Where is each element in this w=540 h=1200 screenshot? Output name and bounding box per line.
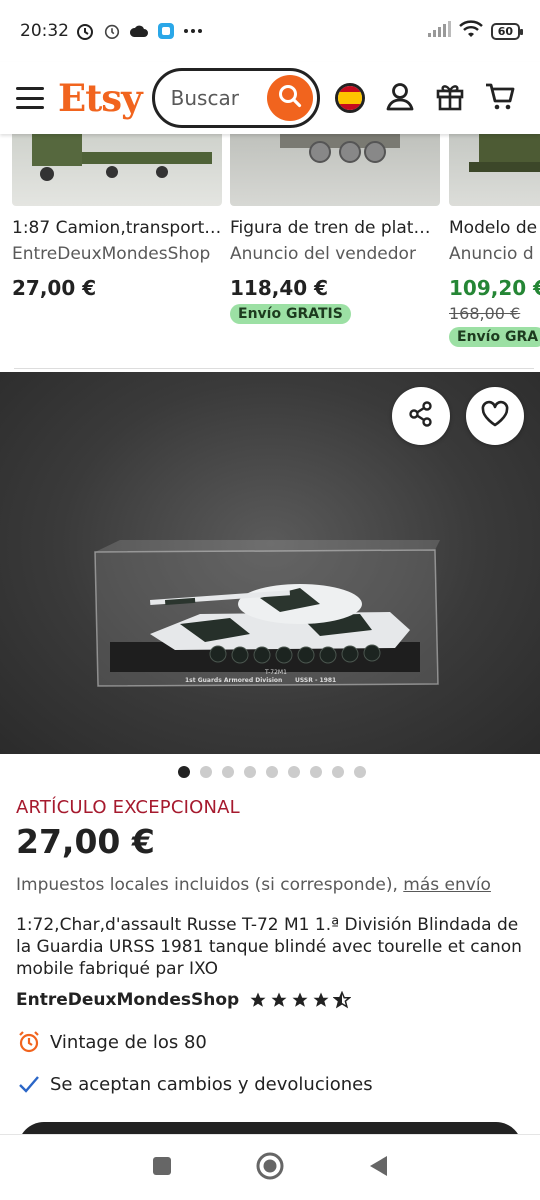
recents-button[interactable] — [151, 1155, 173, 1181]
gallery-dot[interactable] — [288, 766, 300, 778]
feature-returns: Se aceptan cambios y devoluciones — [16, 1073, 373, 1095]
heart-icon — [480, 400, 510, 432]
menu-icon[interactable] — [16, 87, 44, 109]
shop-name[interactable]: EntreDeuxMondesShop — [16, 990, 239, 1010]
similar-products-carousel[interactable]: 1:87 Camion,transport… EntreDeuxMondesSh… — [0, 134, 540, 370]
alarm-clock-status-icon — [103, 22, 121, 40]
app-header: Etsy — [0, 62, 540, 134]
battery-indicator: 60 — [490, 22, 524, 40]
similar-product-seller: Anuncio del vendedor — [230, 244, 416, 264]
taxes-note: Impuestos locales incluidos (si correspo… — [16, 875, 491, 895]
similar-product-price: 118,40 € — [230, 276, 329, 300]
gallery-dot[interactable] — [244, 766, 256, 778]
tank-model-photo: T-72M1 1st Guards Armored Division USSR … — [94, 540, 440, 687]
feature-text: Vintage de los 80 — [50, 1031, 207, 1053]
listing-title: 1:72,Char,d'assault Russe T-72 M1 1.ª Di… — [16, 915, 522, 979]
favorite-button[interactable] — [466, 387, 524, 445]
status-bar: 20:32 60 — [0, 0, 540, 62]
star-listing-label: ARTÍCULO EXCEPCIONAL — [16, 797, 240, 818]
star-icon — [313, 992, 329, 1007]
gallery-dot[interactable] — [222, 766, 234, 778]
search-button[interactable] — [266, 75, 313, 121]
alarm-clock-icon — [16, 1030, 42, 1054]
section-divider — [14, 368, 534, 369]
similar-product-sale-price: 109,20 € — [449, 276, 540, 300]
alarm-status-icon — [75, 21, 95, 41]
gallery-dot[interactable] — [200, 766, 212, 778]
gift-icon — [435, 81, 465, 115]
product-thumbnail[interactable] — [12, 134, 222, 206]
display-case-caption-division: 1st Guards Armored Division — [185, 677, 282, 684]
similar-product-title[interactable]: Modelo de — [449, 218, 540, 238]
similar-product-title[interactable]: 1:87 Camion,transport… — [12, 218, 222, 238]
similar-product-seller: EntreDeuxMondesShop — [12, 244, 211, 264]
similar-product-card[interactable]: Figura de tren de plat… Anuncio del vend… — [230, 134, 440, 324]
cart-icon — [484, 81, 516, 115]
etsy-logo[interactable]: Etsy — [58, 76, 143, 120]
status-time: 20:32 — [20, 21, 69, 41]
product-thumbnail[interactable] — [449, 134, 540, 206]
account-button[interactable] — [380, 78, 420, 118]
listing-price: 27,00 € — [16, 822, 155, 861]
gallery-pagination[interactable] — [0, 766, 540, 778]
rating-stars — [249, 991, 352, 1009]
app-notification-icon — [157, 22, 175, 40]
gallery-dot[interactable] — [310, 766, 322, 778]
share-button[interactable] — [392, 387, 450, 445]
similar-product-card[interactable]: 1:87 Camion,transport… EntreDeuxMondesSh… — [12, 134, 222, 300]
cart-button[interactable] — [480, 78, 520, 118]
similar-product-original-price: 168,00 € — [449, 304, 521, 323]
search-input[interactable] — [170, 86, 271, 110]
gift-button[interactable] — [430, 78, 470, 118]
display-case-caption-origin: USSR - 1981 — [295, 677, 336, 684]
star-icon — [250, 992, 266, 1007]
wifi-icon — [458, 19, 483, 43]
half-star-icon — [333, 991, 352, 1009]
similar-product-card[interactable]: Modelo de Anuncio d 109,20 € 168,00 € En… — [449, 134, 540, 347]
language-flag-button[interactable] — [330, 78, 370, 118]
free-shipping-badge: Envío GRATIS — [230, 304, 351, 324]
search-box[interactable] — [151, 68, 320, 128]
home-button[interactable] — [255, 1151, 285, 1185]
display-case-caption-model: T-72M1 — [264, 669, 287, 676]
similar-product-price: 27,00 € — [12, 276, 97, 300]
system-navigation-bar — [0, 1134, 540, 1200]
gallery-dot[interactable] — [332, 766, 344, 778]
shop-rating-row[interactable]: EntreDeuxMondesShop — [16, 990, 352, 1010]
signal-icon — [427, 20, 451, 42]
back-button[interactable] — [367, 1154, 389, 1182]
shipping-link[interactable]: más envío — [403, 875, 491, 895]
product-image-gallery[interactable]: T-72M1 1st Guards Armored Division USSR … — [0, 372, 540, 754]
cloud-icon — [129, 24, 149, 38]
gallery-dot[interactable] — [354, 766, 366, 778]
user-icon — [385, 81, 415, 115]
similar-product-seller: Anuncio d — [449, 244, 534, 264]
product-thumbnail[interactable] — [230, 134, 440, 206]
star-icon — [292, 992, 308, 1007]
checkmark-icon — [16, 1073, 42, 1095]
feature-vintage: Vintage de los 80 — [16, 1030, 207, 1054]
taxes-text: Impuestos locales incluidos (si correspo… — [16, 875, 398, 895]
similar-product-title[interactable]: Figura de tren de plat… — [230, 218, 440, 238]
feature-text: Se aceptan cambios y devoluciones — [50, 1073, 373, 1095]
more-notifications-icon — [183, 28, 203, 34]
gallery-dot[interactable] — [178, 766, 190, 778]
spain-flag-icon — [334, 83, 365, 113]
free-shipping-badge: Envío GRA — [449, 327, 540, 347]
search-icon — [277, 83, 303, 113]
gallery-dot[interactable] — [266, 766, 278, 778]
star-icon — [271, 992, 287, 1007]
share-icon — [407, 400, 435, 432]
